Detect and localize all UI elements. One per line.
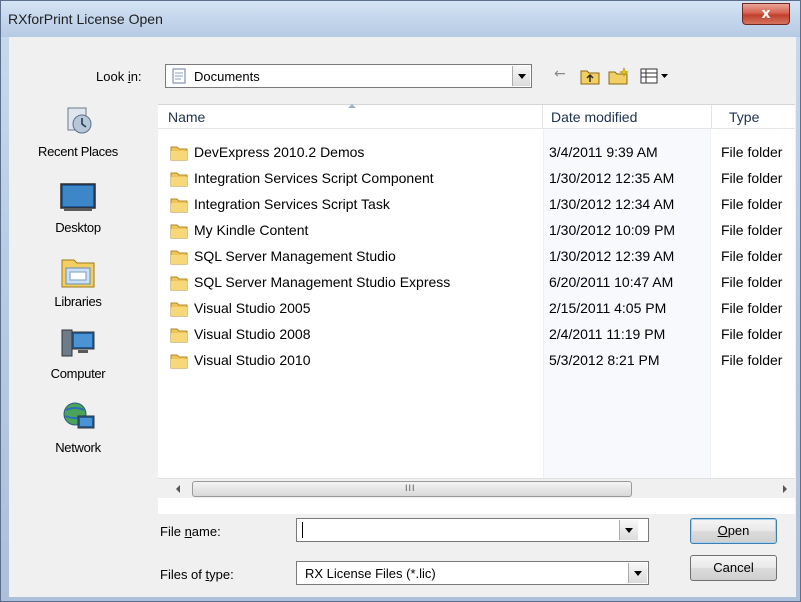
scroll-right-icon[interactable] — [778, 482, 792, 496]
sort-ascending-icon — [348, 104, 356, 108]
file-type: File folder — [721, 248, 783, 264]
file-row[interactable]: Integration Services Script Task 1/30/20… — [158, 192, 795, 218]
file-type-dropdown-button[interactable] — [628, 563, 647, 583]
place-label: Desktop — [55, 220, 101, 235]
title-bar[interactable]: RXforPrint License Open x — [1, 1, 800, 37]
file-type-combo[interactable]: RX License Files (*.lic) — [296, 561, 649, 585]
documents-icon — [172, 68, 186, 84]
horizontal-scrollbar[interactable]: III — [158, 478, 795, 498]
file-name: My Kindle Content — [194, 222, 309, 238]
place-libraries[interactable]: Libraries — [18, 254, 138, 326]
file-type: File folder — [721, 326, 783, 342]
dialog-title: RXforPrint License Open — [8, 11, 163, 27]
place-desktop[interactable]: Desktop — [18, 180, 138, 252]
file-type: File folder — [721, 222, 783, 238]
column-headers: Name Date modified Type — [158, 104, 795, 129]
look-in-label: Look in: — [96, 69, 142, 84]
up-folder-icon[interactable] — [580, 67, 600, 85]
new-folder-icon[interactable] — [608, 67, 630, 85]
column-separator[interactable] — [542, 105, 543, 129]
folder-icon — [170, 146, 188, 161]
file-date: 5/3/2012 8:21 PM — [549, 352, 660, 368]
column-header-name[interactable]: Name — [168, 109, 205, 125]
file-date: 1/30/2012 12:34 AM — [549, 196, 675, 212]
file-name: SQL Server Management Studio Express — [194, 274, 451, 290]
folder-icon — [170, 224, 188, 239]
place-label: Network — [55, 440, 101, 455]
file-row[interactable]: Visual Studio 2008 2/4/2011 11:19 PM Fil… — [158, 322, 795, 348]
close-button[interactable]: x — [742, 3, 790, 25]
desktop-icon — [60, 183, 96, 211]
file-type: File folder — [721, 170, 783, 186]
file-name-label: File name: — [160, 524, 221, 539]
file-row[interactable]: SQL Server Management Studio Express 6/2… — [158, 270, 795, 296]
file-list[interactable]: Name Date modified Type DevExpress 2010.… — [158, 104, 795, 514]
folder-icon — [170, 354, 188, 369]
file-name-dropdown-button[interactable] — [619, 520, 638, 540]
file-date: 3/4/2011 9:39 AM — [549, 144, 658, 160]
scrollbar-grip: III — [405, 483, 416, 493]
place-network[interactable]: Network — [18, 400, 138, 472]
file-row[interactable]: DevExpress 2010.2 Demos 3/4/2011 9:39 AM… — [158, 140, 795, 166]
places-bar: Recent Places Desktop Libraries Computer — [18, 104, 148, 494]
place-label: Computer — [50, 366, 106, 381]
file-type-label: Files of type: — [160, 567, 234, 582]
file-row[interactable]: Integration Services Script Component 1/… — [158, 166, 795, 192]
computer-icon — [61, 329, 95, 357]
file-date: 1/30/2012 10:09 PM — [549, 222, 676, 238]
scrollbar-thumb[interactable]: III — [192, 481, 632, 497]
network-icon — [63, 402, 95, 429]
file-type: File folder — [721, 300, 783, 316]
look-in-dropdown-button[interactable] — [512, 66, 530, 86]
file-date: 6/20/2011 10:47 AM — [549, 274, 674, 290]
file-type-value: RX License Files (*.lic) — [305, 566, 436, 581]
file-type: File folder — [721, 144, 783, 160]
file-name: Integration Services Script Component — [194, 170, 434, 186]
file-name: SQL Server Management Studio — [194, 248, 396, 264]
recent-places-icon — [67, 107, 92, 134]
file-date: 2/4/2011 11:19 PM — [549, 326, 666, 342]
file-date: 1/30/2012 12:35 AM — [549, 170, 675, 186]
file-type: File folder — [721, 352, 783, 368]
place-label: Recent Places — [38, 144, 118, 159]
folder-icon — [170, 302, 188, 317]
place-recent-places[interactable]: Recent Places — [18, 104, 138, 176]
file-row[interactable]: Visual Studio 2005 2/15/2011 4:05 PM Fil… — [158, 296, 795, 322]
folder-icon — [170, 276, 188, 291]
file-row[interactable]: Visual Studio 2010 5/3/2012 8:21 PM File… — [158, 348, 795, 374]
look-in-value: Documents — [194, 69, 260, 84]
file-name: Visual Studio 2008 — [194, 326, 311, 342]
back-arrow-icon[interactable]: ← — [554, 66, 572, 86]
column-header-type[interactable]: Type — [729, 109, 759, 125]
file-name: DevExpress 2010.2 Demos — [194, 144, 365, 160]
file-type: File folder — [721, 274, 783, 290]
folder-icon — [170, 198, 188, 213]
file-name: Visual Studio 2010 — [194, 352, 311, 368]
libraries-icon — [61, 259, 95, 288]
file-name: Integration Services Script Task — [194, 196, 390, 212]
cancel-button[interactable]: Cancel — [690, 555, 777, 581]
file-date: 2/15/2011 4:05 PM — [549, 300, 667, 316]
place-computer[interactable]: Computer — [18, 326, 138, 398]
file-row[interactable]: SQL Server Management Studio 1/30/2012 1… — [158, 244, 795, 270]
file-name: Visual Studio 2005 — [194, 300, 311, 316]
folder-icon — [170, 328, 188, 343]
text-caret — [302, 522, 303, 538]
look-in-combo[interactable]: Documents — [165, 64, 532, 88]
column-separator[interactable] — [711, 105, 712, 129]
open-button[interactable]: Open — [690, 518, 777, 544]
folder-icon — [170, 250, 188, 265]
scroll-left-icon[interactable] — [172, 482, 186, 496]
view-menu-icon[interactable] — [640, 67, 670, 85]
place-label: Libraries — [54, 294, 102, 309]
file-row[interactable]: My Kindle Content 1/30/2012 10:09 PM Fil… — [158, 218, 795, 244]
folder-icon — [170, 172, 188, 187]
file-date: 1/30/2012 12:39 AM — [549, 248, 675, 264]
file-type: File folder — [721, 196, 783, 212]
column-header-date[interactable]: Date modified — [551, 109, 637, 125]
file-name-input[interactable] — [296, 518, 649, 542]
